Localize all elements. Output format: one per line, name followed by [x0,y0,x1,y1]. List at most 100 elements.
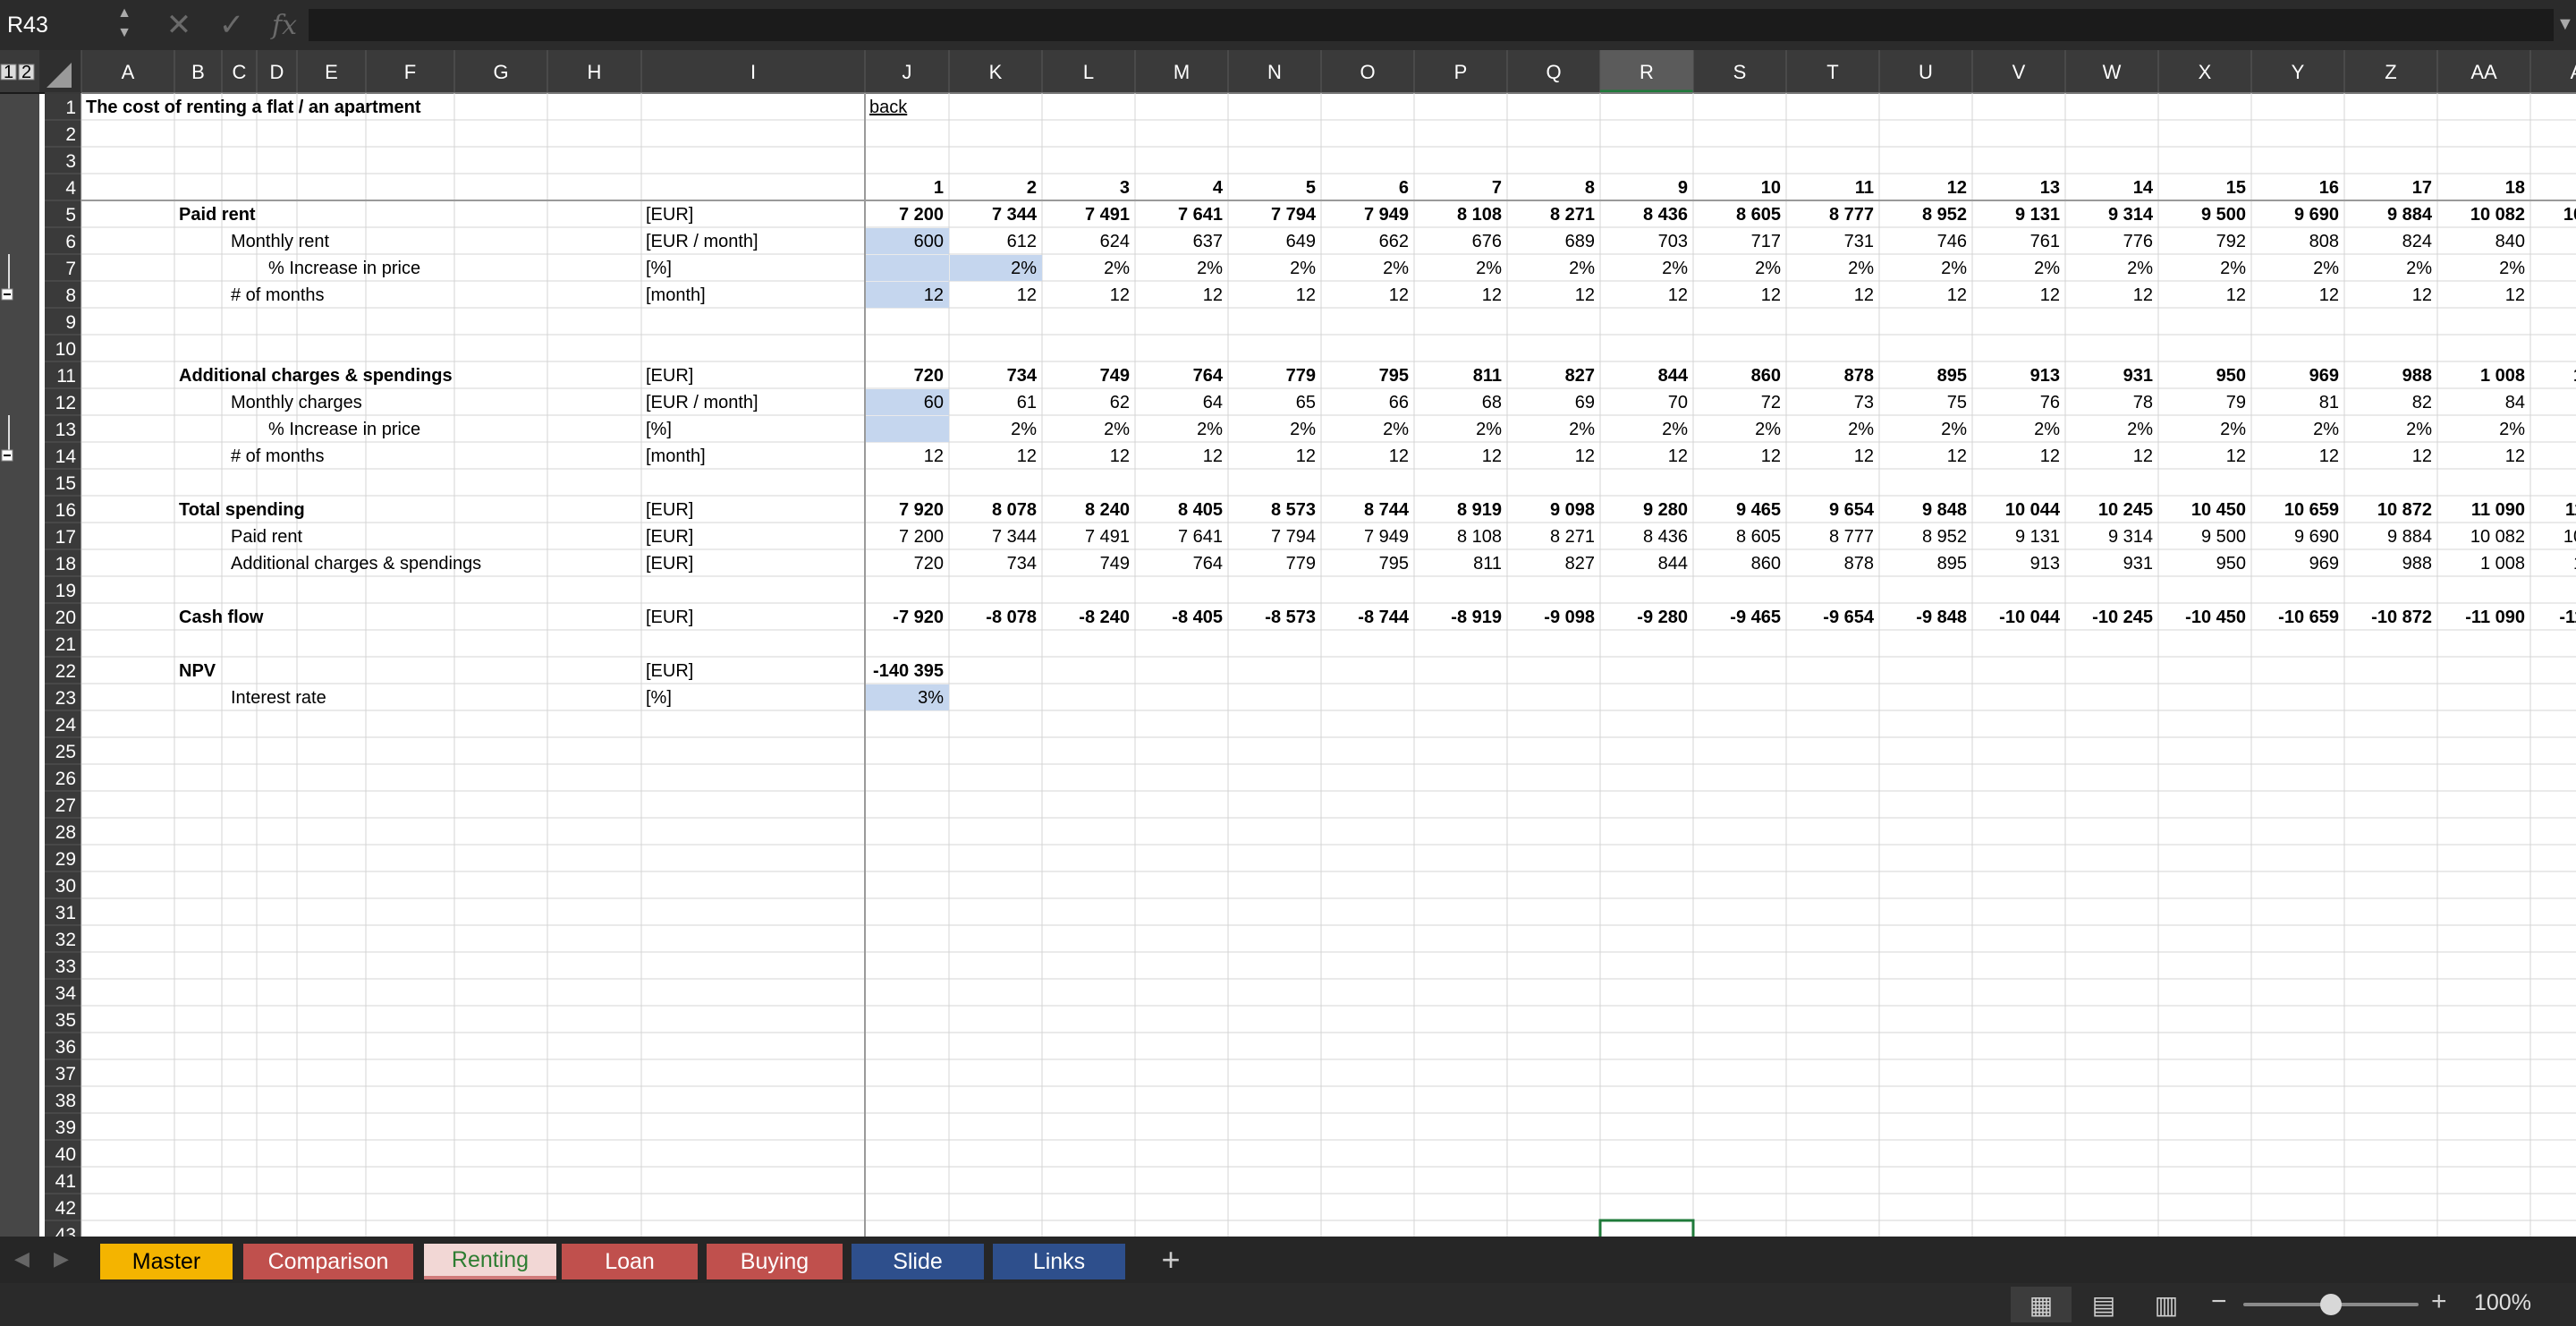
cell-value[interactable]: 12 [2133,446,2153,466]
add-sheet-button[interactable]: + [1154,1240,1188,1279]
cell-value[interactable]: 2% [1662,420,1688,439]
cell-value[interactable]: 12 [1203,446,1223,466]
cell-value[interactable]: 878 [1844,366,1874,386]
cell-value[interactable]: 12 [924,446,944,466]
cell-value[interactable]: 12 [1854,285,1874,305]
cell-value[interactable]: -9 098 [1544,608,1595,627]
cell-value[interactable]: -8 078 [986,608,1037,627]
cell-value[interactable]: 10 082 [2470,205,2525,225]
cell-value[interactable]: 2% [2499,420,2525,439]
cell-value[interactable]: 12 [1482,285,1502,305]
cell-value[interactable]: 78 [2133,393,2153,412]
cell-value[interactable]: 913 [2030,366,2060,386]
cell-value[interactable]: 637 [1193,232,1223,251]
cell-value[interactable]: 717 [1751,232,1781,251]
cell-value[interactable]: -10 659 [2278,608,2339,627]
spreadsheet-grid[interactable]: 12ABCDEFGHIJKLMNOPQRSTUVWXYZAAA123456789… [0,50,2576,1237]
cell-value[interactable]: 12 [1947,446,1967,466]
cell-value[interactable]: 761 [2030,232,2060,251]
cell-value[interactable]: 8 605 [1736,205,1781,225]
cell-value[interactable]: 65 [1296,393,1316,412]
cell-value[interactable]: -8 240 [1079,608,1130,627]
cell-value[interactable]: 2% [2034,420,2060,439]
cell-value[interactable]: 7 200 [899,527,944,547]
cell-value[interactable]: 1 008 [2480,366,2525,386]
cell-value[interactable]: 2% [1383,259,1409,278]
cell-value[interactable]: 70 [1668,393,1688,412]
cell-value[interactable]: 12 [1203,285,1223,305]
cell-value[interactable]: 2% [2127,420,2153,439]
cell-value[interactable]: 827 [1565,366,1595,386]
cell-value[interactable]: 2% [1290,420,1316,439]
cell-value[interactable]: 10 283 [2563,205,2576,225]
cell-value[interactable]: 792 [2216,232,2246,251]
cell-value[interactable]: 12 [2040,285,2060,305]
cell-value[interactable]: 3% [918,688,944,708]
cell-value[interactable]: 878 [1844,554,1874,574]
cell-value[interactable]: 7 641 [1178,205,1223,225]
zoom-level[interactable]: 100% [2474,1290,2531,1316]
cell-value[interactable]: 68 [1482,393,1502,412]
cell-value[interactable]: 860 [1751,554,1781,574]
cell-value[interactable]: 66 [1389,393,1409,412]
cell-value[interactable]: 12 [2505,446,2525,466]
cell-value[interactable]: -10 044 [1999,608,2061,627]
cell-value[interactable]: 2% [2313,420,2339,439]
cell-value[interactable]: 662 [1379,232,1409,251]
cell-value[interactable]: 811 [1473,554,1502,574]
zoom-out-button[interactable]: − [2211,1287,2227,1317]
cell-value[interactable]: 10 659 [2284,500,2339,520]
cell-value[interactable]: 8 605 [1736,527,1781,547]
cell-value[interactable]: 2% [1941,259,1967,278]
cell-value[interactable]: 7 794 [1271,527,1316,547]
cell-value[interactable]: 8 744 [1364,500,1410,520]
cell-value[interactable]: 12 [1668,446,1688,466]
cell-value[interactable]: 2% [1941,420,1967,439]
cell-value[interactable]: 12 [1575,285,1595,305]
sheet-tab-renting[interactable]: Renting [424,1244,556,1279]
cell-value[interactable]: 10 082 [2470,527,2525,547]
cell-value[interactable]: 12 [1389,285,1409,305]
cell-value[interactable]: -8 744 [1358,608,1410,627]
cell-value[interactable]: 9 280 [1643,500,1688,520]
cell-value[interactable]: 720 [914,366,944,386]
cell-value[interactable]: 8 777 [1829,205,1874,225]
cell-value[interactable]: 12 [1854,446,1874,466]
cell-value[interactable]: 2% [2313,259,2339,278]
sheet-tab-buying[interactable]: Buying [707,1244,843,1279]
function-icon[interactable]: fx [267,0,302,50]
cell-value[interactable]: 9 465 [1736,500,1781,520]
cell-value[interactable]: 779 [1286,366,1316,386]
cell-value[interactable]: 988 [2402,366,2432,386]
cell-value[interactable]: 2% [1848,420,1874,439]
cell-value[interactable]: 2% [1197,259,1223,278]
cell-value[interactable]: -9 654 [1823,608,1875,627]
cell-value[interactable]: 9 500 [2201,527,2246,547]
cell-value[interactable]: 895 [1937,554,1967,574]
column-header-r[interactable]: R [1599,50,1693,93]
cell-value[interactable]: 12 [2319,285,2339,305]
cell-value[interactable]: 2% [1755,259,1781,278]
cell-value[interactable]: 2% [1197,420,1223,439]
cell-value[interactable]: -9 848 [1916,608,1967,627]
cell-value[interactable]: -7 920 [893,608,944,627]
cell-value[interactable]: 9 884 [2387,527,2432,547]
cell-value[interactable]: 764 [1193,554,1223,574]
cell-value[interactable]: 2% [1290,259,1316,278]
cell-value[interactable]: 950 [2216,366,2246,386]
cell-value[interactable]: 8 108 [1457,527,1502,547]
cell-value[interactable]: 11 311 [2565,500,2576,520]
cell-value[interactable]: 61 [1017,393,1037,412]
cell-value[interactable]: 12 [2505,285,2525,305]
cell-value[interactable]: 8 271 [1550,205,1595,225]
cell-value[interactable]: 12 [1575,446,1595,466]
cell-value[interactable]: 62 [1110,393,1130,412]
cell-value[interactable]: -140 395 [873,661,944,681]
name-box-stepper-icon[interactable]: ▲ ▼ [114,4,134,47]
cell-value[interactable]: 2% [1104,259,1130,278]
cell-value[interactable]: 12 [1761,446,1781,466]
back-link[interactable]: back [869,98,908,117]
cell-value[interactable]: 7 794 [1271,205,1317,225]
sheet-tab-loan[interactable]: Loan [562,1244,698,1279]
cell-value[interactable]: 8 108 [1457,205,1502,225]
